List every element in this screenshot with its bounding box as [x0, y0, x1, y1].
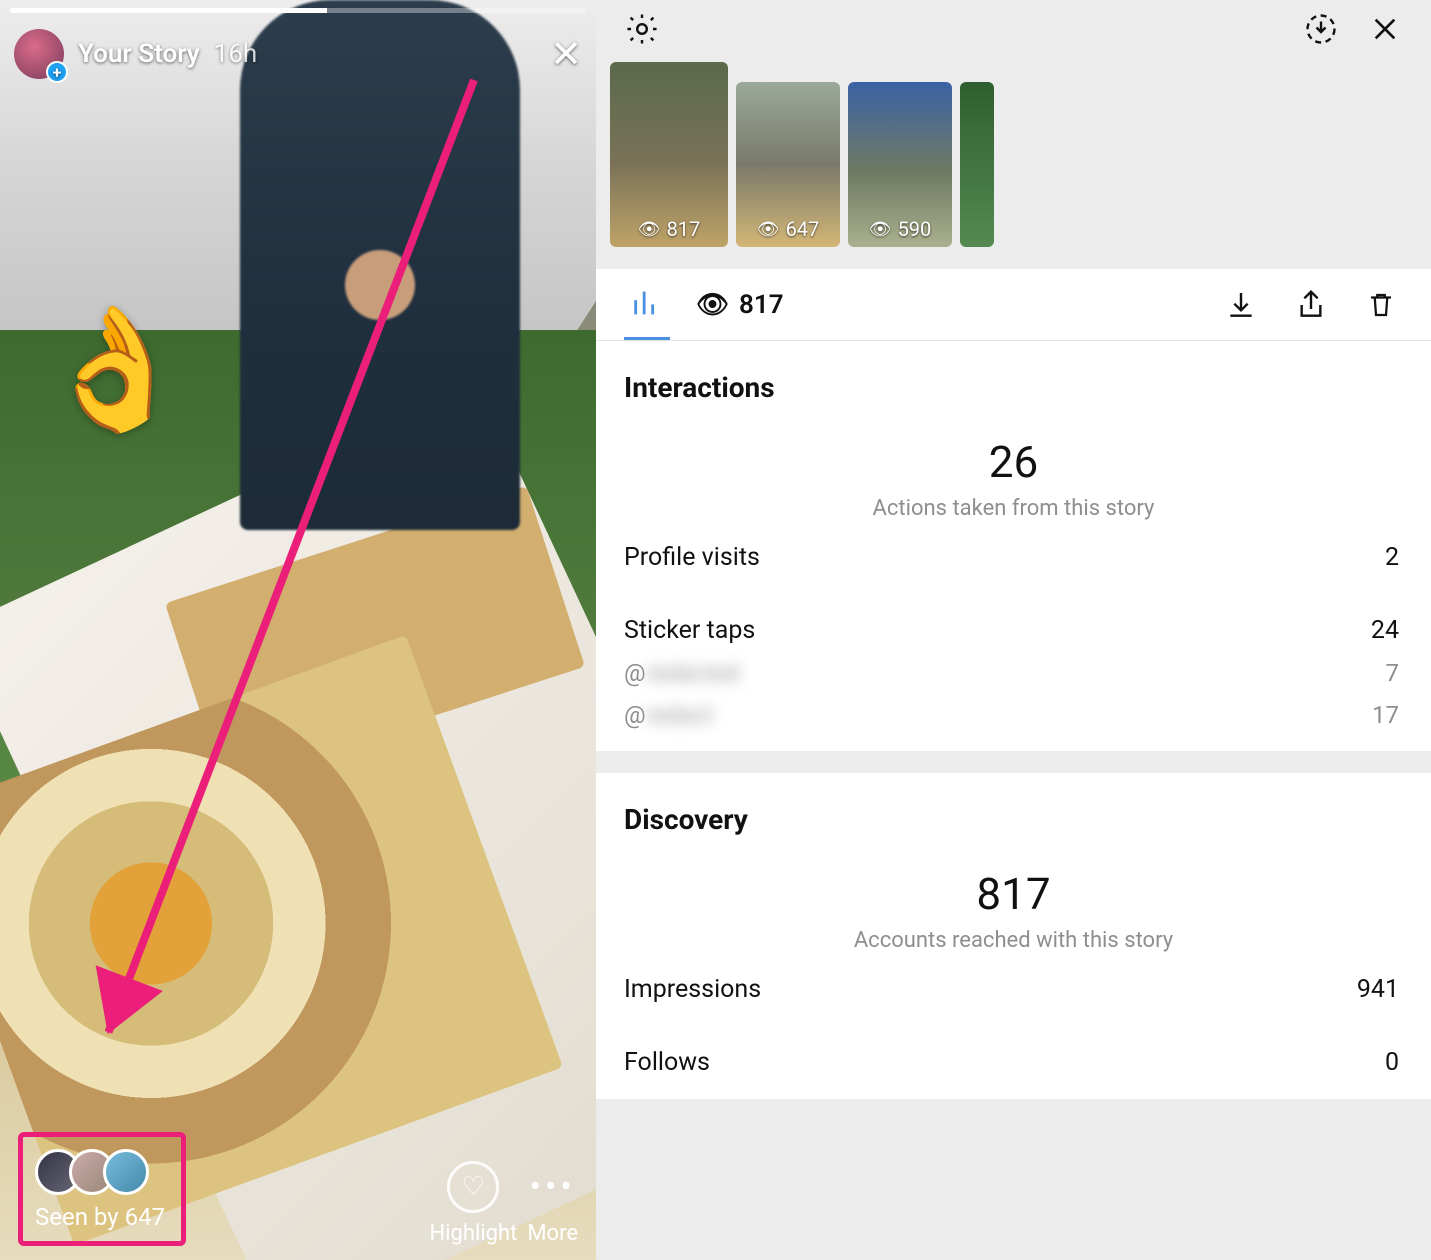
- follows-row: Follows 0: [596, 1026, 1431, 1099]
- row-label: Profile visits: [624, 543, 760, 572]
- interactions-subtitle: Actions taken from this story: [596, 496, 1431, 521]
- insights-tab-icon[interactable]: [624, 269, 670, 340]
- heart-icon: ♡: [447, 1161, 499, 1213]
- viewer-avatar: [103, 1149, 149, 1195]
- row-value: 941: [1357, 975, 1399, 1004]
- story-thumbnail[interactable]: 👁 590: [848, 82, 952, 247]
- highlight-button[interactable]: ♡ Highlight: [429, 1161, 517, 1246]
- row-label: Follows: [624, 1048, 710, 1077]
- eye-icon: 👁: [757, 219, 780, 240]
- handle-prefix: @: [624, 659, 646, 687]
- story-viewer: + Your Story 16h ✕ 👌 Seen by 647 ♡ Highl…: [0, 0, 596, 1260]
- row-value: 17: [1372, 701, 1399, 729]
- row-label: Sticker taps: [624, 616, 755, 645]
- handle-prefix: @: [624, 701, 646, 729]
- row-label: Impressions: [624, 975, 761, 1004]
- profile-visits-row: Profile visits 2: [596, 521, 1431, 594]
- views-count: 👁 817: [696, 290, 784, 320]
- interactions-title: Interactions: [596, 341, 1431, 408]
- share-icon[interactable]: [1289, 283, 1333, 327]
- more-label: More: [527, 1221, 578, 1246]
- story-title: Your Story: [78, 39, 200, 69]
- interactions-section: Interactions 26 Actions taken from this …: [596, 341, 1431, 751]
- insights-action-bar: 👁 817: [596, 269, 1431, 341]
- download-icon[interactable]: [1219, 283, 1263, 327]
- more-dots-icon: •••: [529, 1161, 575, 1213]
- story-thumbnail-partial[interactable]: [960, 82, 994, 247]
- row-value: 0: [1385, 1048, 1399, 1077]
- views-value: 817: [739, 290, 784, 320]
- handle-blurred: redacted: [646, 659, 740, 687]
- highlight-label: Highlight: [429, 1221, 517, 1246]
- row-value: 24: [1371, 616, 1399, 645]
- sticker-tap-handle-row: @redact 17: [596, 697, 1431, 751]
- handle-blurred: redact: [646, 701, 714, 729]
- avatar[interactable]: +: [14, 29, 64, 79]
- discovery-title: Discovery: [596, 773, 1431, 840]
- close-icon[interactable]: ✕: [550, 32, 582, 77]
- story-thumbnail[interactable]: 👁 647: [736, 82, 840, 247]
- ok-hand-emoji: 👌: [40, 300, 189, 440]
- discovery-count: 817: [596, 868, 1431, 920]
- story-progress-fill: [10, 8, 327, 13]
- story-header: + Your Story 16h ✕: [14, 24, 582, 84]
- sticker-tap-handle-row: @redacted 7: [596, 655, 1431, 697]
- story-insights-panel: 👁 817 👁 647 👁 590 👁 817: [596, 0, 1431, 1260]
- seen-by-avatars: [35, 1149, 137, 1195]
- section-divider: [596, 751, 1431, 773]
- story-bottom-bar: Seen by 647 ♡ Highlight ••• More: [0, 1115, 596, 1260]
- seen-by-label: Seen by 647: [35, 1203, 165, 1231]
- archive-download-icon[interactable]: [1299, 7, 1343, 51]
- insights-topbar: [596, 0, 1431, 58]
- close-icon[interactable]: [1363, 7, 1407, 51]
- story-thumbnails-row[interactable]: 👁 817 👁 647 👁 590: [596, 58, 1431, 247]
- thumb-views: 590: [898, 217, 932, 241]
- discovery-section: Discovery 817 Accounts reached with this…: [596, 773, 1431, 1099]
- sticker-taps-row: Sticker taps 24: [596, 594, 1431, 655]
- story-timestamp: 16h: [214, 39, 258, 69]
- interactions-count: 26: [596, 436, 1431, 488]
- eye-icon: 👁: [638, 219, 661, 240]
- row-value: 7: [1386, 659, 1400, 687]
- add-story-plus-icon[interactable]: +: [46, 61, 68, 83]
- impressions-row: Impressions 941: [596, 953, 1431, 1026]
- settings-gear-icon[interactable]: [620, 7, 664, 51]
- more-button[interactable]: ••• More: [527, 1161, 578, 1246]
- story-thumbnail-selected[interactable]: 👁 817: [610, 62, 728, 247]
- discovery-subtitle: Accounts reached with this story: [596, 928, 1431, 953]
- thumb-views: 817: [667, 217, 701, 241]
- seen-by-button[interactable]: Seen by 647: [18, 1132, 186, 1246]
- row-value: 2: [1385, 543, 1399, 572]
- eye-icon: 👁: [696, 290, 729, 320]
- story-progress-track[interactable]: [10, 8, 586, 13]
- eye-icon: 👁: [869, 219, 892, 240]
- trash-icon[interactable]: [1359, 283, 1403, 327]
- thumb-views: 647: [786, 217, 820, 241]
